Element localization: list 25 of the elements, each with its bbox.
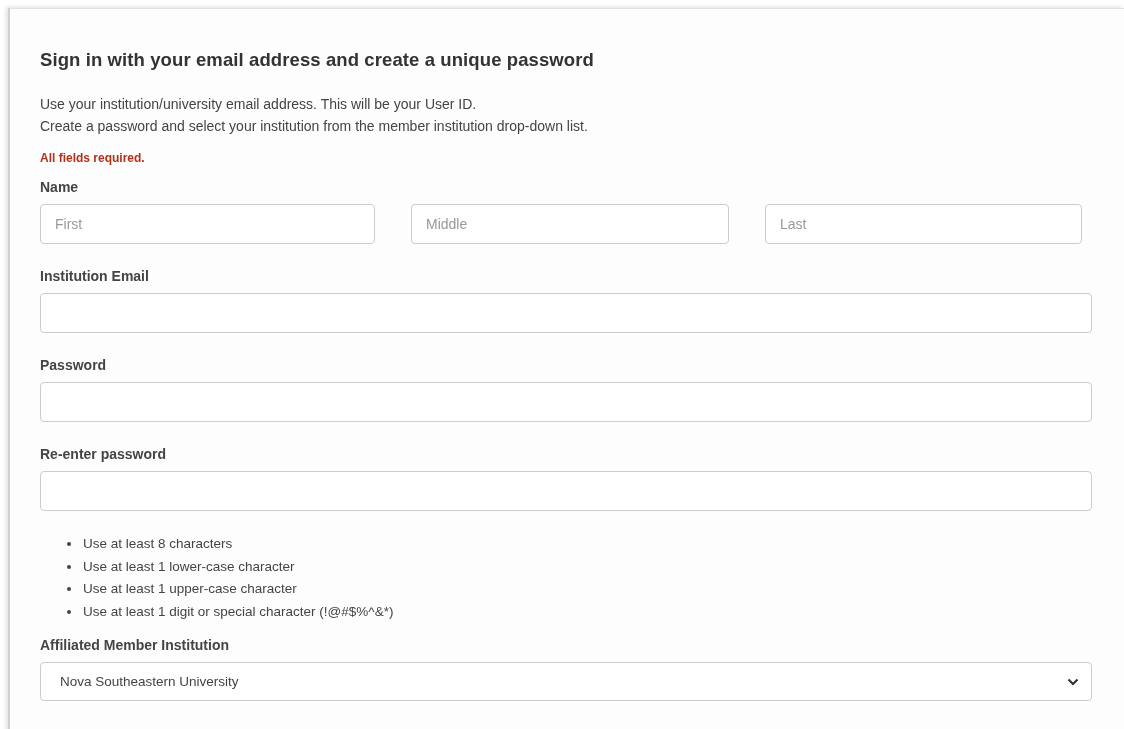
form-heading: Sign in with your email address and create a unique password [40, 49, 595, 71]
field-label: Re-enter password [40, 446, 168, 462]
instruction-text: Create a password and select your institution from the member institution drop-down list. [40, 117, 589, 136]
name-field[interactable]: First [40, 204, 375, 244]
field-label: Name [40, 179, 80, 195]
bullet-icon [67, 564, 71, 569]
password-rule: Use at least 1 upper-case character [83, 580, 297, 598]
instruction-text: Use your institution/university email address. This will be your User ID. [40, 95, 478, 114]
institution-dropdown[interactable]: Nova Southeastern University [40, 662, 1092, 701]
name-field[interactable]: Middle [411, 204, 729, 244]
bullet-icon [67, 587, 71, 592]
bullet-icon [67, 542, 71, 547]
field-label: Affiliated Member Institution [40, 637, 230, 653]
field-label: Password [40, 357, 108, 373]
password-field[interactable] [40, 471, 1092, 511]
field-label: Institution Email [40, 268, 150, 284]
required-note: All fields required. [40, 151, 146, 165]
password-rule: Use at least 8 characters [83, 535, 233, 553]
chevron-down-icon [1067, 677, 1079, 686]
name-field[interactable]: Last [765, 204, 1082, 244]
password-rule: Use at least 1 digit or special character (!@#$%^&*) [83, 602, 394, 621]
password-rule: Use at least 1 lower-case character [83, 557, 295, 576]
bullet-icon [67, 609, 71, 614]
email-field[interactable] [40, 293, 1092, 333]
password-field[interactable] [40, 382, 1092, 422]
